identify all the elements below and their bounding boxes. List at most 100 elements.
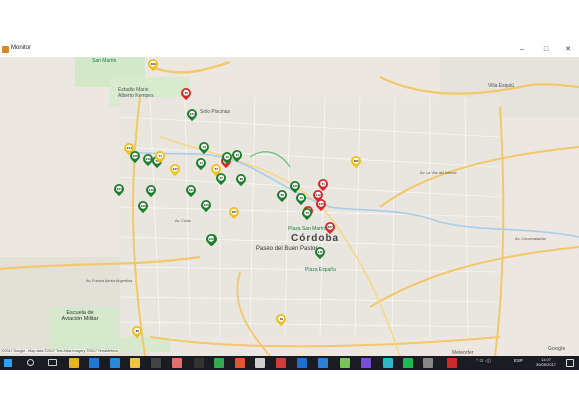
station-marker[interactable]: 70 <box>293 190 309 207</box>
marker-label: 135 <box>291 182 299 190</box>
station-marker[interactable]: 106 <box>198 197 214 214</box>
station-marker[interactable]: 127 <box>167 161 183 178</box>
station-marker[interactable]: 71 <box>152 148 168 165</box>
explorer-icon[interactable] <box>130 358 140 368</box>
maps-icon[interactable] <box>214 358 224 368</box>
marker-pin-icon: 135 <box>287 178 303 194</box>
station-marker[interactable]: 126 <box>135 198 151 215</box>
station-marker[interactable]: 166 <box>127 148 143 165</box>
app-icon-4[interactable] <box>423 358 433 368</box>
station-marker[interactable]: 111 <box>312 244 328 261</box>
marker-label: 41 <box>197 159 205 167</box>
office-icon[interactable] <box>235 358 245 368</box>
page-background-top <box>0 0 579 43</box>
google-logo: Google <box>548 346 566 352</box>
marker-pin-icon: 189 <box>145 57 161 72</box>
page-background-bottom <box>0 370 579 419</box>
station-marker[interactable]: 65 <box>178 85 194 102</box>
station-marker[interactable]: 13 <box>196 139 212 156</box>
marker-pin-icon: 65 <box>178 85 194 101</box>
calculator-icon[interactable] <box>151 358 161 368</box>
marker-label: 189 <box>149 60 157 68</box>
windows-start-icon[interactable] <box>4 359 12 367</box>
close-button[interactable]: ✕ <box>558 43 578 57</box>
station-marker[interactable]: 76 <box>299 205 315 222</box>
villa-esquiu-label: Villa Esquiú <box>488 83 515 89</box>
station-marker[interactable]: 149 <box>143 182 159 199</box>
station-marker[interactable]: 122 <box>203 231 219 248</box>
solo-piscinas-label: Solo Piscinas <box>200 109 231 115</box>
marker-pin-icon: 131 <box>183 182 199 198</box>
marker-pin-icon: 69 <box>129 323 145 339</box>
escuela-aviacion-label: Escuela de Aviación Militar <box>61 310 99 322</box>
app-icon-3[interactable] <box>383 358 393 368</box>
station-marker[interactable]: 205 <box>348 153 364 170</box>
marker-pin-icon: 38 <box>233 171 249 187</box>
notification-icon[interactable] <box>566 359 574 367</box>
marker-label: 51 <box>319 180 327 188</box>
station-marker[interactable]: 189 <box>145 57 161 73</box>
station-marker[interactable]: 27 <box>213 170 229 187</box>
marker-label: 38 <box>237 175 245 183</box>
station-marker[interactable]: 131 <box>183 182 199 199</box>
station-marker[interactable]: 130 <box>313 196 329 213</box>
edge-icon[interactable] <box>89 358 99 368</box>
paint-icon[interactable] <box>172 358 182 368</box>
map-copyright[interactable]: ©2017 Google - Map data ©2017 Tele Atlas… <box>2 349 118 353</box>
android-icon[interactable] <box>340 358 350 368</box>
marker-label: 111 <box>316 248 324 256</box>
chrome-icon[interactable] <box>69 358 79 368</box>
marker-label: 149 <box>147 186 155 194</box>
station-marker[interactable]: 121 <box>184 106 200 123</box>
windows-taskbar: ^ ⊡ ◁)) ESP 11:07 30/05/2017 <box>0 356 579 370</box>
task-view-icon[interactable] <box>48 359 57 366</box>
marker-label: 112 <box>314 191 322 199</box>
tray-icons[interactable]: ^ ⊡ ◁)) <box>476 358 491 364</box>
marker-label: 205 <box>352 157 360 165</box>
terminal-icon[interactable] <box>194 358 204 368</box>
app-icon-1[interactable] <box>255 358 265 368</box>
station-marker[interactable]: 167 <box>226 204 242 221</box>
app-icon-2[interactable] <box>276 358 286 368</box>
minimize-button[interactable]: – <box>512 43 532 57</box>
marker-label: 22 <box>223 153 231 161</box>
station-marker[interactable]: 41 <box>193 155 209 172</box>
station-marker[interactable]: 22 <box>219 149 235 166</box>
marker-pin-icon: 134 <box>111 181 127 197</box>
tray-date: 30/05/2017 <box>536 362 557 367</box>
marker-label: 131 <box>187 186 195 194</box>
station-marker[interactable]: 38 <box>233 171 249 188</box>
store-icon[interactable] <box>110 358 120 368</box>
marker-label: 166 <box>131 152 139 160</box>
marker-label: 137 <box>326 223 334 231</box>
plaza-espana-label: Plaza España <box>305 267 336 273</box>
search-icon[interactable] <box>27 359 34 366</box>
tray-language[interactable]: ESP <box>514 358 523 363</box>
marker-pin-icon: 166 <box>127 148 143 164</box>
station-marker[interactable]: 134 <box>111 181 127 198</box>
station-marker[interactable]: 69 <box>129 323 145 340</box>
marker-label: 122 <box>207 235 215 243</box>
station-marker[interactable]: 16 <box>273 311 289 328</box>
marker-label: 57 <box>212 165 220 173</box>
av-circunvalacion-label: Av. Circunvalación <box>515 237 547 241</box>
marker-label: 44 <box>233 151 241 159</box>
marker-pin-icon: 149 <box>143 182 159 198</box>
tray-clock[interactable]: 11:07 30/05/2017 <box>536 357 556 367</box>
marker-pin-icon: 13 <box>196 139 212 155</box>
map-view[interactable]: San Martín Estadio Mario Alberto Kempes … <box>0 57 579 356</box>
marker-label: 69 <box>133 327 141 335</box>
photos-icon[interactable] <box>318 358 328 368</box>
station-marker[interactable]: 137 <box>322 219 338 236</box>
teamviewer-icon[interactable] <box>297 358 307 368</box>
visual-studio-icon[interactable] <box>361 358 371 368</box>
marker-pin-icon: 122 <box>203 231 219 247</box>
monitor-app-icon[interactable] <box>447 358 457 368</box>
station-marker[interactable]: 82 <box>274 187 290 204</box>
maximize-button[interactable]: □ <box>536 43 556 57</box>
station-marker[interactable]: 44 <box>229 147 245 164</box>
marker-pin-icon: 111 <box>312 244 328 260</box>
marker-pin-icon: 16 <box>273 311 289 327</box>
window-titlebar: Monitor – □ ✕ <box>0 43 579 57</box>
spotify-icon[interactable] <box>403 358 413 368</box>
